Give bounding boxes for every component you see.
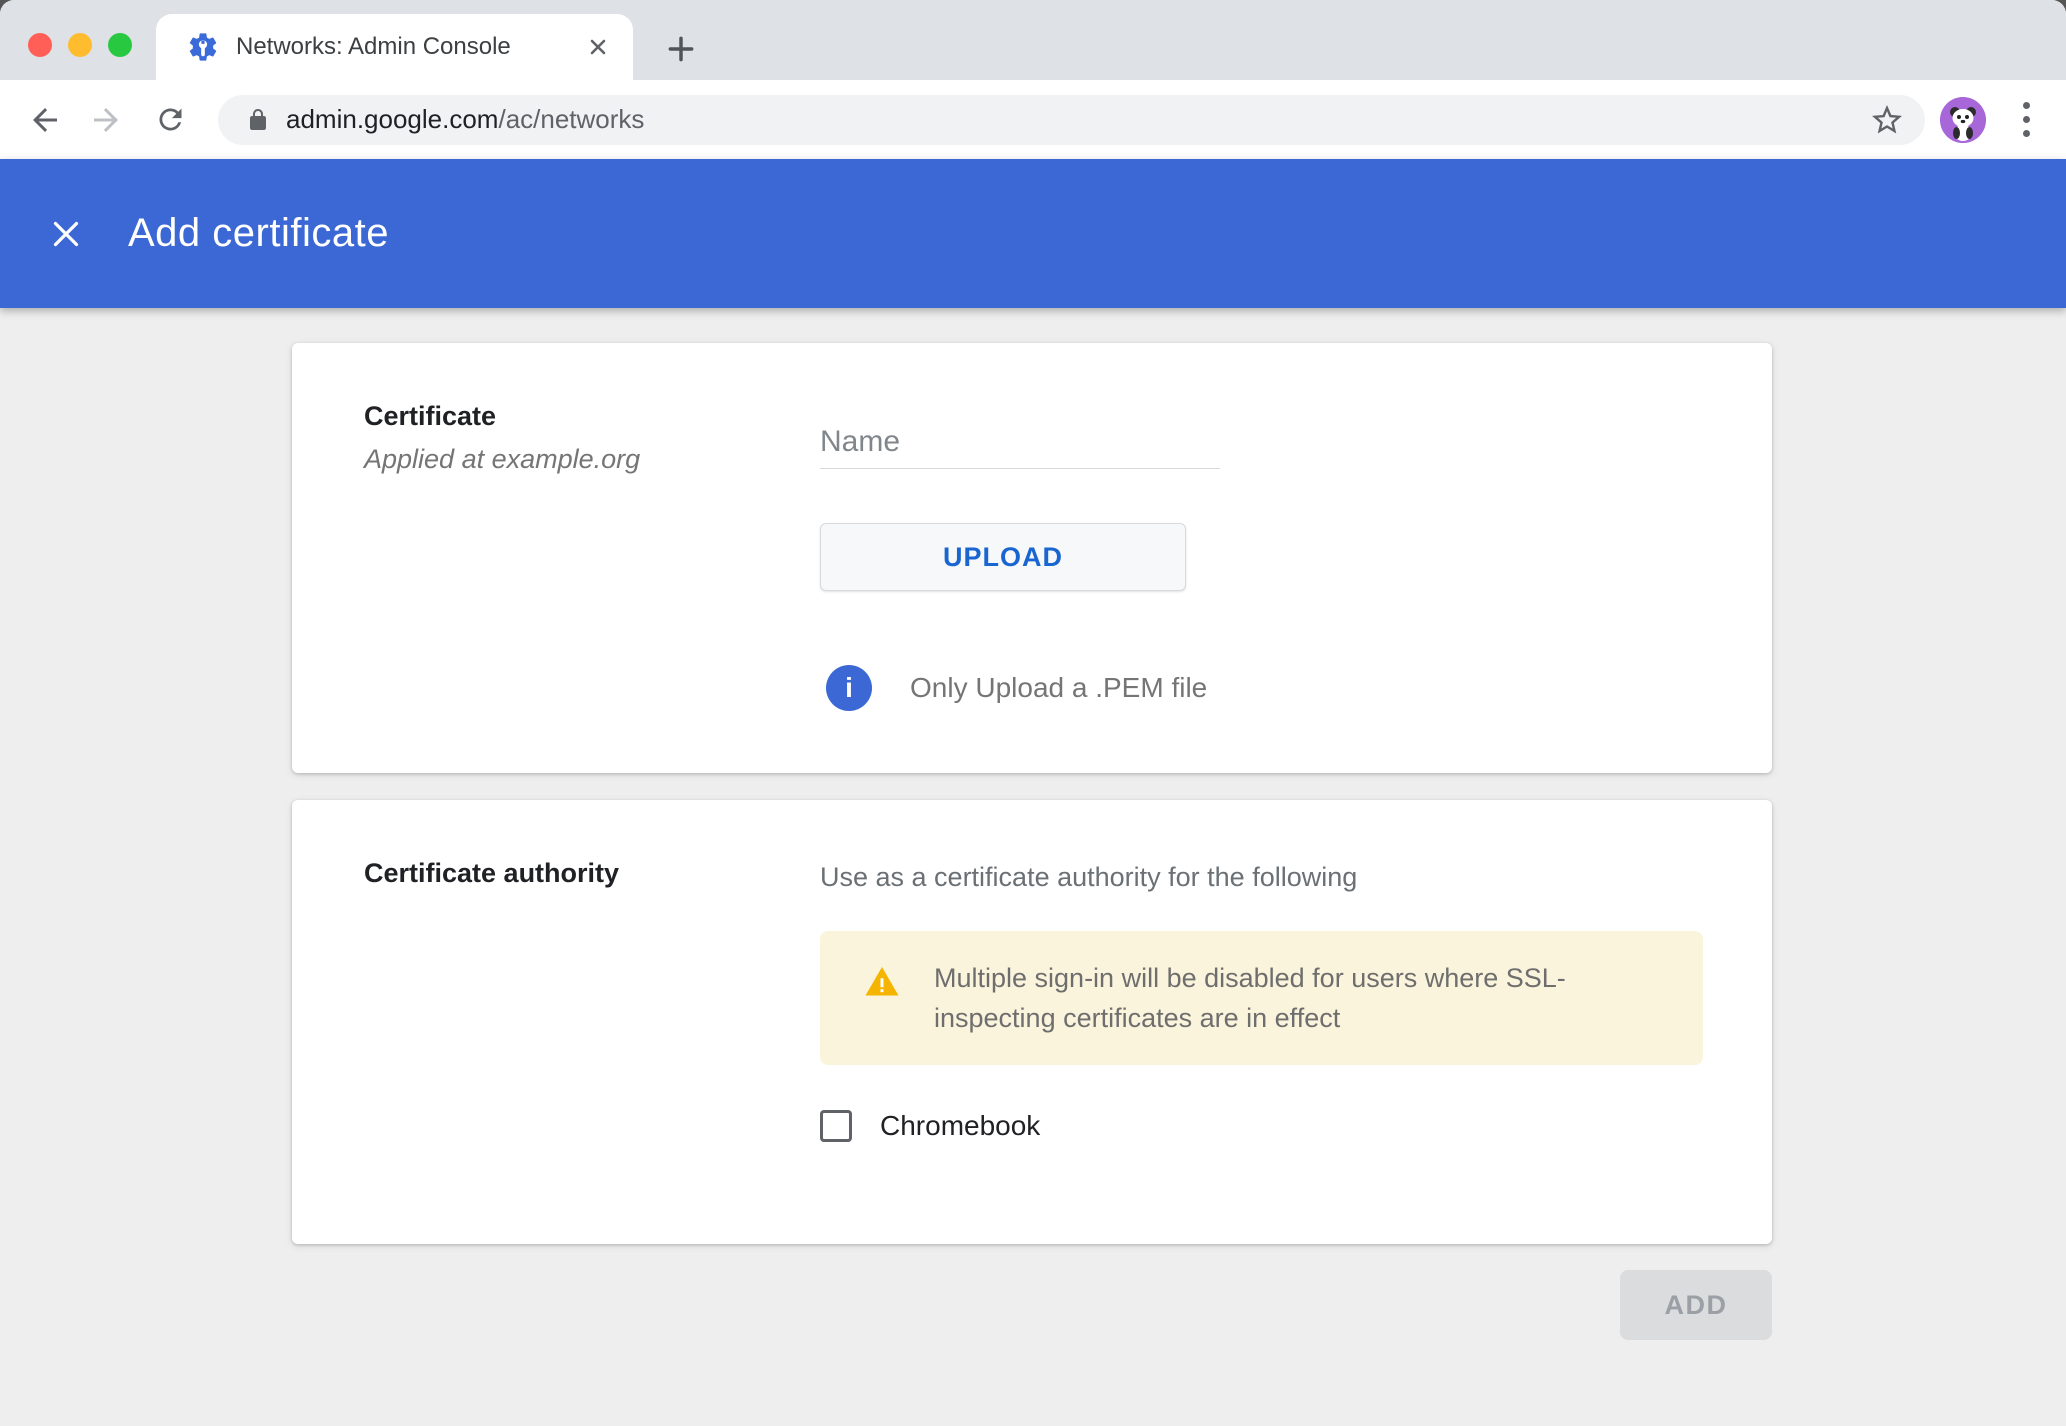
close-window-button[interactable] <box>28 33 52 57</box>
warning-banner: Multiple sign-in will be disabled for us… <box>820 931 1703 1065</box>
info-icon: i <box>826 665 872 711</box>
admin-console-favicon <box>186 30 220 64</box>
maximize-window-button[interactable] <box>108 33 132 57</box>
profile-avatar[interactable] <box>1940 97 1986 143</box>
certificate-name-input[interactable] <box>820 415 1220 469</box>
browser-toolbar: admin.google.com/ac/networks <box>0 80 2066 159</box>
upload-button[interactable]: UPLOAD <box>820 523 1186 591</box>
tab-strip: Networks: Admin Console <box>0 0 2066 80</box>
certificate-authority-card: Certificate authority Use as a certifica… <box>292 800 1772 1244</box>
warning-text: Multiple sign-in will be disabled for us… <box>934 958 1614 1038</box>
chromebook-checkbox-label: Chromebook <box>880 1110 1040 1142</box>
warning-icon <box>862 964 902 1000</box>
tab-title: Networks: Admin Console <box>236 33 585 61</box>
certificate-authority-label: Certificate authority <box>364 858 619 889</box>
new-tab-button[interactable] <box>664 32 698 66</box>
dialog-content: Certificate Applied at example.org UPLOA… <box>0 308 2066 1426</box>
address-bar[interactable]: admin.google.com/ac/networks <box>218 95 1925 145</box>
back-icon[interactable] <box>27 102 63 138</box>
dialog-close-icon[interactable] <box>48 216 84 252</box>
dialog-title: Add certificate <box>128 211 389 256</box>
browser-tab[interactable]: Networks: Admin Console <box>156 14 633 80</box>
reload-icon[interactable] <box>152 102 188 138</box>
info-text: Only Upload a .PEM file <box>910 672 1207 704</box>
certificate-section-label: Certificate Applied at example.org <box>364 401 640 475</box>
certificate-label: Certificate <box>364 401 640 432</box>
forward-icon[interactable] <box>88 102 124 138</box>
minimize-window-button[interactable] <box>68 33 92 57</box>
certificate-sublabel: Applied at example.org <box>364 444 640 475</box>
add-button[interactable]: ADD <box>1620 1270 1772 1340</box>
chromebook-option-row: Chromebook <box>820 1110 1040 1142</box>
dialog-header: Add certificate <box>0 159 2066 308</box>
lock-icon[interactable] <box>246 108 270 132</box>
url-text: admin.google.com/ac/networks <box>286 104 1869 135</box>
browser-menu-icon[interactable] <box>2008 102 2044 138</box>
authority-section-label: Certificate authority <box>364 858 619 889</box>
browser-window: Networks: Admin Console admin.google.com… <box>0 0 2066 1426</box>
tab-close-icon[interactable] <box>585 34 611 60</box>
authority-description: Use as a certificate authority for the f… <box>820 862 1357 893</box>
bookmark-star-icon[interactable] <box>1869 102 1905 138</box>
chromebook-checkbox[interactable] <box>820 1110 852 1142</box>
url-path: /ac/networks <box>498 104 644 134</box>
url-host: admin.google.com <box>286 104 498 134</box>
certificate-card: Certificate Applied at example.org UPLOA… <box>292 343 1772 773</box>
traffic-lights <box>28 33 132 57</box>
info-row: i Only Upload a .PEM file <box>826 665 1207 711</box>
